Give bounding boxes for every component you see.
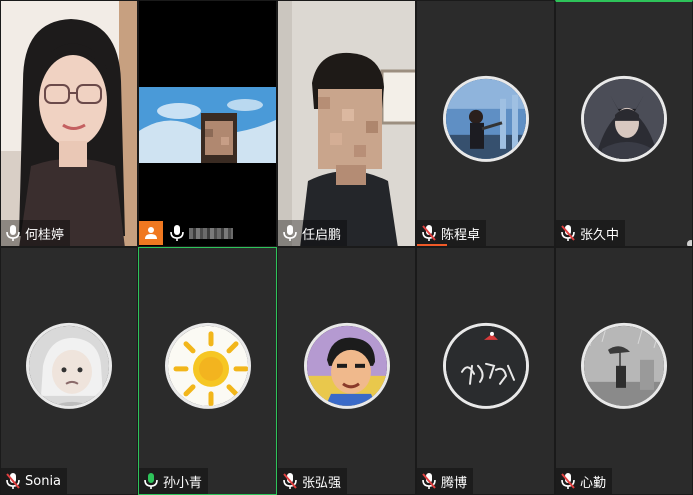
mic-muted-icon[interactable] (5, 472, 21, 490)
participant-name: 腾博 (441, 475, 468, 491)
sun-drawing-avatar (164, 322, 251, 409)
scroll-indicator[interactable] (687, 240, 692, 246)
participant-name-obscured (189, 227, 233, 239)
participant-label: 心勤 (556, 468, 613, 494)
mic-muted-icon[interactable] (560, 224, 576, 242)
participant-name: 陈程卓 (441, 227, 481, 243)
participant-tile-5[interactable]: 张久中 (555, 0, 693, 247)
participant-label: 腾博 (417, 468, 474, 494)
participant-label: 何桂婷 (1, 220, 71, 246)
warrior-art-avatar (581, 75, 667, 162)
participant-label: 任启鹏 (278, 220, 348, 246)
mic-icon[interactable] (5, 224, 21, 242)
participant-video (139, 1, 276, 246)
participant-name: 张久中 (580, 227, 620, 243)
mic-icon[interactable] (169, 224, 185, 242)
participant-label: 张弘强 (278, 468, 348, 494)
participant-name: 孙小青 (163, 475, 203, 491)
participant-name: 张弘强 (302, 475, 342, 491)
participant-tile-9[interactable]: 腾博 (416, 247, 555, 495)
participant-tile-2[interactable] (138, 0, 277, 247)
participant-tile-7[interactable]: 孙小青 (138, 247, 277, 495)
rain-walker-photo-avatar (581, 322, 667, 409)
participant-label (139, 220, 239, 246)
child-photo-avatar (26, 322, 112, 409)
mic-muted-icon[interactable] (560, 472, 576, 490)
participant-tile-8[interactable]: 张弘强 (277, 247, 416, 495)
speaking-indicator (417, 244, 447, 246)
archery-photo-avatar (442, 75, 529, 162)
participant-label: 陈程卓 (417, 220, 487, 246)
cartoon-boy-avatar (303, 322, 390, 409)
participant-tile-4[interactable]: 陈程卓 (416, 0, 555, 247)
participant-video (1, 1, 137, 246)
participant-name: 何桂婷 (25, 227, 65, 243)
participant-label: 孙小青 (139, 468, 209, 494)
participant-tile-10[interactable]: 心勤 (555, 247, 693, 495)
participant-label: Sonia (1, 468, 68, 494)
mic-muted-icon[interactable] (421, 224, 437, 242)
participant-name: 任启鹏 (302, 227, 342, 243)
mic-icon[interactable] (282, 224, 298, 242)
participant-video (278, 1, 415, 246)
participant-name: Sonia (25, 473, 62, 489)
participant-tile-1[interactable]: 何桂婷 (0, 0, 138, 247)
calligraphy-avatar (442, 322, 529, 409)
participant-tile-3[interactable]: 任启鹏 (277, 0, 416, 247)
mic-muted-icon[interactable] (282, 472, 298, 490)
participant-label: 张久中 (556, 220, 626, 246)
mic-muted-icon[interactable] (421, 472, 437, 490)
participant-name: 心勤 (580, 475, 607, 491)
participant-tile-6[interactable]: Sonia (0, 247, 138, 495)
mic-active-icon[interactable] (143, 472, 159, 490)
video-grid: 何桂婷 任启鹏 陈程卓 张久中 Sonia 孙小青 张弘强 腾博 心勤 (0, 0, 693, 495)
host-person-icon[interactable] (139, 221, 163, 245)
